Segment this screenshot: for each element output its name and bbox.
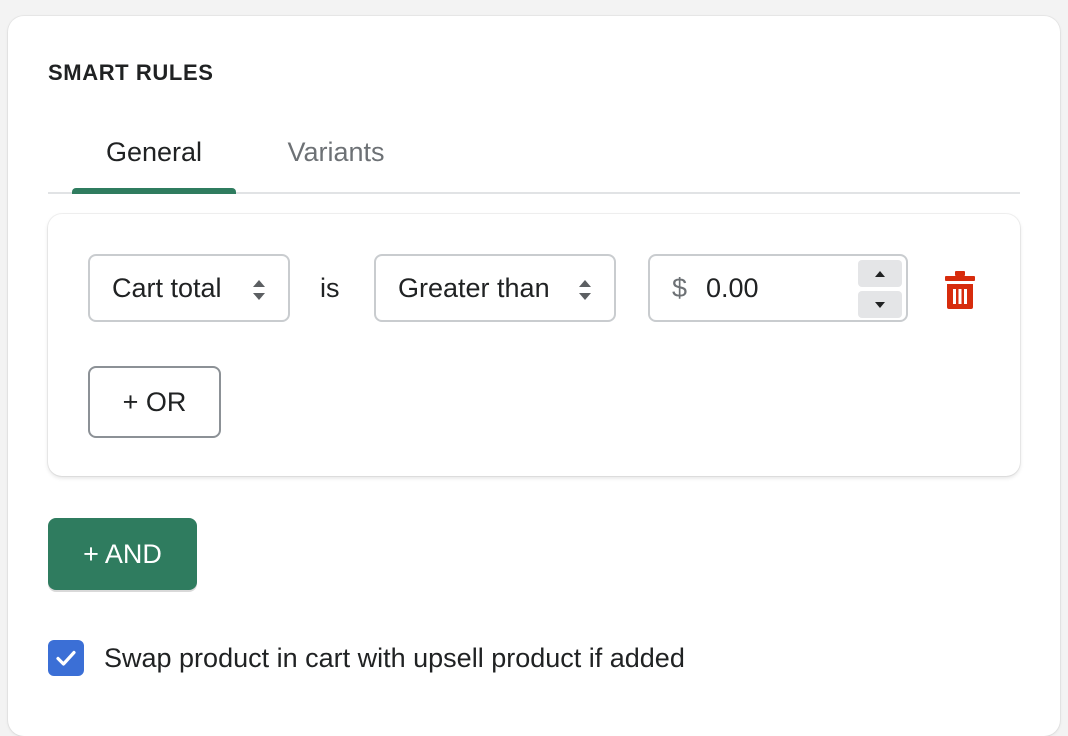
- tab-general[interactable]: General: [72, 112, 236, 192]
- condition-operator-value: Greater than: [398, 272, 550, 303]
- active-tab-indicator: [72, 188, 236, 194]
- section-title: SMART RULES: [48, 60, 214, 85]
- condition-operator-select[interactable]: Greater than: [374, 254, 616, 322]
- currency-prefix: $: [672, 272, 688, 303]
- swap-product-option: Swap product in cart with upsell product…: [48, 638, 685, 678]
- chevron-up-down-icon: [579, 280, 591, 300]
- rule-group: Cart total is Greater than $ 0.00 + OR: [48, 214, 1020, 476]
- smart-rules-card: SMART RULES General Variants Cart total …: [8, 16, 1060, 736]
- delete-condition-button[interactable]: [940, 268, 980, 312]
- caret-up-icon: [875, 270, 885, 277]
- amount-input[interactable]: $ 0.00: [648, 254, 908, 322]
- amount-value[interactable]: 0.00: [706, 256, 759, 320]
- caret-down-icon: [875, 301, 885, 308]
- swap-product-label: Swap product in cart with upsell product…: [104, 642, 685, 673]
- checkmark-icon: [56, 650, 76, 666]
- add-or-button[interactable]: + OR: [88, 366, 221, 438]
- rule-tabs: General Variants: [48, 112, 1020, 194]
- tab-variants[interactable]: Variants: [254, 112, 418, 192]
- condition-connector: is: [320, 272, 340, 303]
- chevron-up-down-icon: [253, 280, 265, 300]
- condition-field-select[interactable]: Cart total: [88, 254, 290, 322]
- condition-field-value: Cart total: [112, 272, 222, 303]
- decrement-button[interactable]: [858, 291, 902, 318]
- swap-product-checkbox[interactable]: [48, 640, 84, 676]
- increment-button[interactable]: [858, 260, 902, 287]
- add-and-button[interactable]: + AND: [48, 518, 197, 590]
- trash-icon: [945, 271, 975, 309]
